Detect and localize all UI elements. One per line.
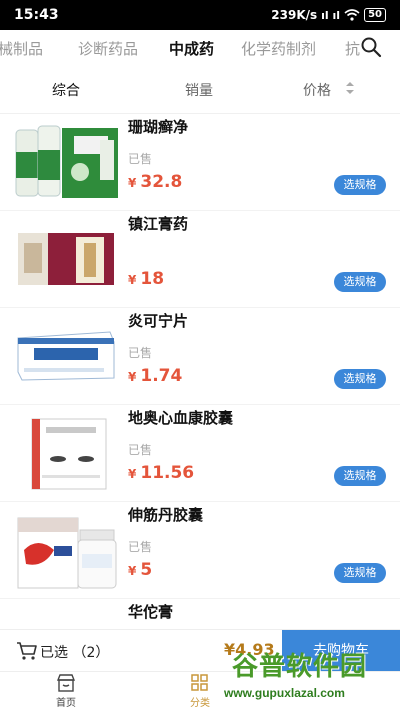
product-item[interactable]: 华佗膏 — [0, 599, 400, 629]
tab-chemical-preparations[interactable]: 化学药制剂 — [241, 38, 316, 59]
signal-icon: ıl ıl — [321, 8, 341, 22]
product-price: ¥11.56 — [128, 463, 194, 483]
price-value: 1.74 — [140, 366, 183, 386]
store-icon — [56, 674, 76, 692]
wifi-icon — [344, 9, 360, 21]
green-medicine-box-image — [15, 125, 118, 198]
sort-bar: 综合 销量 价格 — [0, 64, 400, 114]
cart-icon[interactable] — [16, 641, 38, 661]
currency-symbol: ¥ — [128, 273, 137, 287]
select-spec-button[interactable]: 选规格 — [334, 175, 386, 195]
go-to-cart-button[interactable]: 去购物车 — [282, 630, 400, 672]
category-grid-icon — [191, 674, 208, 691]
product-item[interactable]: 镇江膏药 ¥18 选规格 — [0, 211, 400, 308]
blue-medicine-box-image — [17, 331, 115, 381]
select-spec-button[interactable]: 选规格 — [334, 563, 386, 583]
capsule-box-and-bottle-image — [17, 517, 117, 589]
select-spec-button[interactable]: 选规格 — [334, 272, 386, 292]
currency-symbol: ¥ — [128, 176, 137, 190]
select-spec-button[interactable]: 选规格 — [334, 369, 386, 389]
sort-composite[interactable]: 综合 — [52, 80, 80, 100]
battery-icon: 50 — [364, 8, 386, 22]
white-medicine-box-image — [31, 418, 107, 490]
sort-arrows-icon — [346, 82, 354, 94]
currency-symbol: ¥ — [128, 564, 137, 578]
sort-price[interactable]: 价格 — [303, 80, 331, 100]
cart-selected-count: 已选 （2） — [40, 645, 110, 661]
product-sold: 已售 — [128, 152, 153, 166]
price-value: 18 — [140, 269, 165, 289]
tab-diagnostic-drugs[interactable]: 诊断药品 — [78, 38, 138, 59]
product-name: 地奥心血康胶囊 — [128, 409, 234, 427]
product-item[interactable]: 炎可宁片 已售 ¥1.74 选规格 — [0, 308, 400, 405]
bottom-nav: 首页 分类 — [0, 671, 400, 711]
product-sold: 已售 — [128, 540, 153, 554]
nav-home[interactable]: 首页 — [36, 674, 96, 709]
product-item[interactable]: 伸筋丹胶囊 已售 ¥5 选规格 — [0, 502, 400, 599]
cart-bar: 已选 （2） ¥4.93 去购物车 — [0, 629, 400, 672]
network-speed: 239K/s — [271, 8, 318, 22]
price-value: 5 — [140, 560, 153, 580]
cart-total-price: ¥4.93 — [224, 640, 275, 659]
red-medicine-box-image — [18, 233, 114, 285]
select-spec-button[interactable]: 选规格 — [334, 466, 386, 486]
tab-chinese-patent-medicine[interactable]: 中成药 — [169, 38, 214, 59]
product-price: ¥18 — [128, 269, 164, 289]
status-indicators: 239K/s ıl ıl 50 — [271, 8, 386, 22]
product-price: ¥5 — [128, 560, 152, 580]
product-name: 珊瑚癣净 — [128, 118, 189, 136]
product-name: 炎可宁片 — [128, 312, 189, 330]
tab-antibiotics[interactable]: 抗 — [345, 38, 360, 59]
status-bar: 15:43 239K/s ıl ıl 50 — [0, 0, 400, 30]
product-name: 伸筋丹胶囊 — [128, 506, 204, 524]
product-price: ¥32.8 — [128, 172, 182, 192]
product-item[interactable]: 地奥心血康胶囊 已售 ¥11.56 选规格 — [0, 405, 400, 502]
product-list: 珊瑚癣净 已售 ¥32.8 选规格 镇江膏药 ¥18 选规格 炎可宁片 已售 ¥… — [0, 114, 400, 629]
tab-medical-devices[interactable]: 械制品 — [0, 38, 43, 59]
product-price: ¥1.74 — [128, 366, 182, 386]
sort-sales[interactable]: 销量 — [185, 80, 213, 100]
product-sold: 已售 — [128, 443, 153, 457]
currency-symbol: ¥ — [128, 370, 137, 384]
price-value: 11.56 — [140, 463, 195, 483]
nav-category-label: 分类 — [190, 698, 210, 709]
status-time: 15:43 — [14, 7, 59, 23]
search-icon[interactable] — [360, 36, 382, 58]
product-sold: 已售 — [128, 346, 153, 360]
price-value: 32.8 — [140, 172, 183, 192]
product-item[interactable]: 珊瑚癣净 已售 ¥32.8 选规格 — [0, 114, 400, 211]
category-tabs: 械制品 诊断药品 中成药 化学药制剂 抗 — [0, 30, 400, 64]
nav-home-label: 首页 — [56, 698, 76, 709]
product-name: 镇江膏药 — [128, 215, 189, 233]
product-name: 华佗膏 — [128, 603, 174, 621]
nav-category[interactable]: 分类 — [170, 674, 230, 709]
currency-symbol: ¥ — [128, 467, 137, 481]
